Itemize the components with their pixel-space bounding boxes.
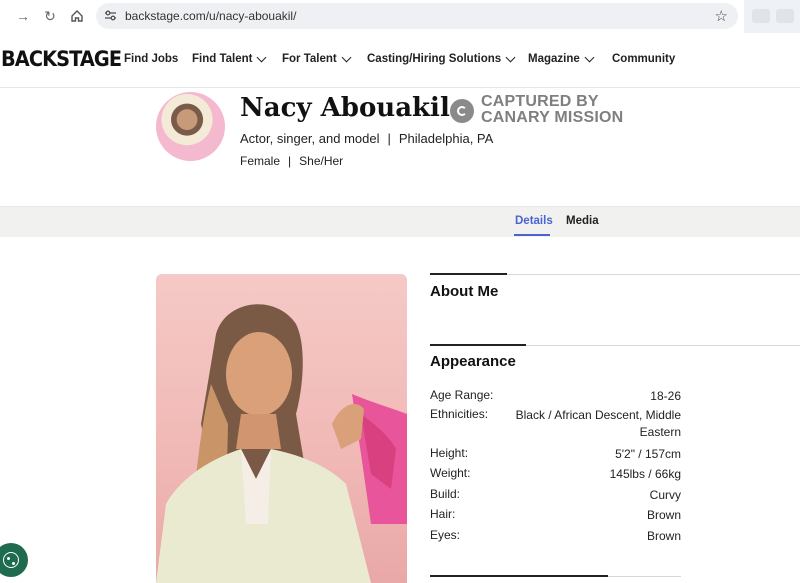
- row-label: Height:: [430, 446, 469, 460]
- section-divider-accent: [430, 344, 526, 346]
- site-settings-icon[interactable]: [104, 9, 117, 27]
- profile-avatar: [156, 92, 225, 161]
- nav-label: Casting/Hiring Solutions: [367, 53, 502, 65]
- nav-find-talent[interactable]: Find Talent: [192, 52, 267, 65]
- cookie-icon: [3, 552, 19, 568]
- separator: |: [387, 131, 391, 146]
- row-label: Weight:: [430, 466, 471, 480]
- extension-icon[interactable]: [752, 9, 770, 23]
- canary-mission-icon: [450, 99, 474, 123]
- badge-line: CANARY MISSION: [481, 109, 624, 126]
- profile-pronouns: She/Her: [299, 154, 344, 168]
- bookmark-star-icon[interactable]: ☆: [715, 7, 728, 25]
- nav-magazine[interactable]: Magazine: [528, 52, 595, 65]
- nav-find-jobs[interactable]: Find Jobs: [124, 53, 178, 65]
- profile-gender-pronouns: Female | She/Her: [240, 154, 343, 168]
- row-label: Ethnicities:: [430, 407, 489, 421]
- nav-label: Magazine: [528, 53, 580, 65]
- appearance-title: Appearance: [430, 353, 516, 370]
- profile-name: Nacy Abouakil: [240, 93, 450, 123]
- active-tab-indicator: [514, 234, 550, 236]
- url-text[interactable]: backstage.com/u/nacy-abouakil/: [125, 9, 296, 23]
- row-label: Hair:: [430, 507, 456, 521]
- chevron-down-icon: [584, 52, 595, 62]
- row-label: Eyes:: [430, 528, 461, 542]
- extension-icon[interactable]: [776, 9, 794, 23]
- profile-gender: Female: [240, 154, 281, 168]
- address-bar[interactable]: backstage.com/u/nacy-abouakil/ ☆: [96, 3, 738, 29]
- tab-media[interactable]: Media: [566, 215, 599, 227]
- profile-tabs: Details Media: [0, 206, 800, 237]
- chevron-down-icon: [505, 52, 516, 62]
- row-value: Curvy: [649, 488, 681, 502]
- row-value: 18-26: [650, 389, 681, 403]
- nav-label: Find Jobs: [124, 53, 179, 65]
- browser-toolbar: → ↻ backstage.com/u/nacy-abouakil/ ☆: [0, 0, 800, 33]
- profile-occupation: Actor, singer, and model: [240, 131, 380, 146]
- profile-location: Philadelphia, PA: [398, 131, 494, 146]
- site-header: BACKSTAGE Find Jobs Find Talent For Tale…: [0, 33, 800, 88]
- nav-label: Find Talent: [192, 53, 253, 65]
- backstage-logo[interactable]: BACKSTAGE: [1, 47, 122, 71]
- browser-extensions-area: [744, 0, 800, 33]
- row-value: Brown: [646, 508, 681, 522]
- row-label: Age Range:: [430, 388, 494, 402]
- about-title: About Me: [430, 283, 499, 300]
- home-icon[interactable]: [68, 7, 86, 25]
- section-divider-accent: [430, 273, 507, 275]
- reload-icon[interactable]: ↻: [41, 7, 59, 25]
- separator: |: [288, 154, 292, 168]
- profile-headshot[interactable]: [156, 274, 407, 583]
- nav-label: Community: [612, 53, 676, 65]
- badge-line: CAPTURED BY: [481, 93, 599, 110]
- row-value: 5'2" / 157cm: [615, 447, 681, 461]
- canary-mission-badge: CAPTURED BY CANARY MISSION: [481, 94, 623, 126]
- nav-label: For Talent: [282, 53, 337, 65]
- section-divider-accent: [430, 575, 608, 577]
- nav-community[interactable]: Community: [612, 53, 675, 65]
- chevron-down-icon: [341, 52, 352, 62]
- nav-casting-hiring[interactable]: Casting/Hiring Solutions: [367, 52, 516, 65]
- profile-occupation-location: Actor, singer, and model | Philadelphia, P…: [240, 131, 493, 146]
- nav-for-talent[interactable]: For Talent: [282, 52, 352, 65]
- chevron-down-icon: [257, 52, 267, 62]
- row-value: Black / African Descent, Middle Eastern: [515, 408, 681, 439]
- appearance-row-ethnicities: Ethnicities: Black / African Descent, Mi…: [430, 407, 681, 443]
- row-value: Brown: [646, 529, 681, 543]
- cookie-settings-button[interactable]: [0, 543, 28, 577]
- forward-icon[interactable]: →: [14, 7, 32, 25]
- row-label: Build:: [430, 487, 461, 501]
- tab-details[interactable]: Details: [515, 215, 553, 227]
- row-value: 145lbs / 66kg: [609, 467, 681, 481]
